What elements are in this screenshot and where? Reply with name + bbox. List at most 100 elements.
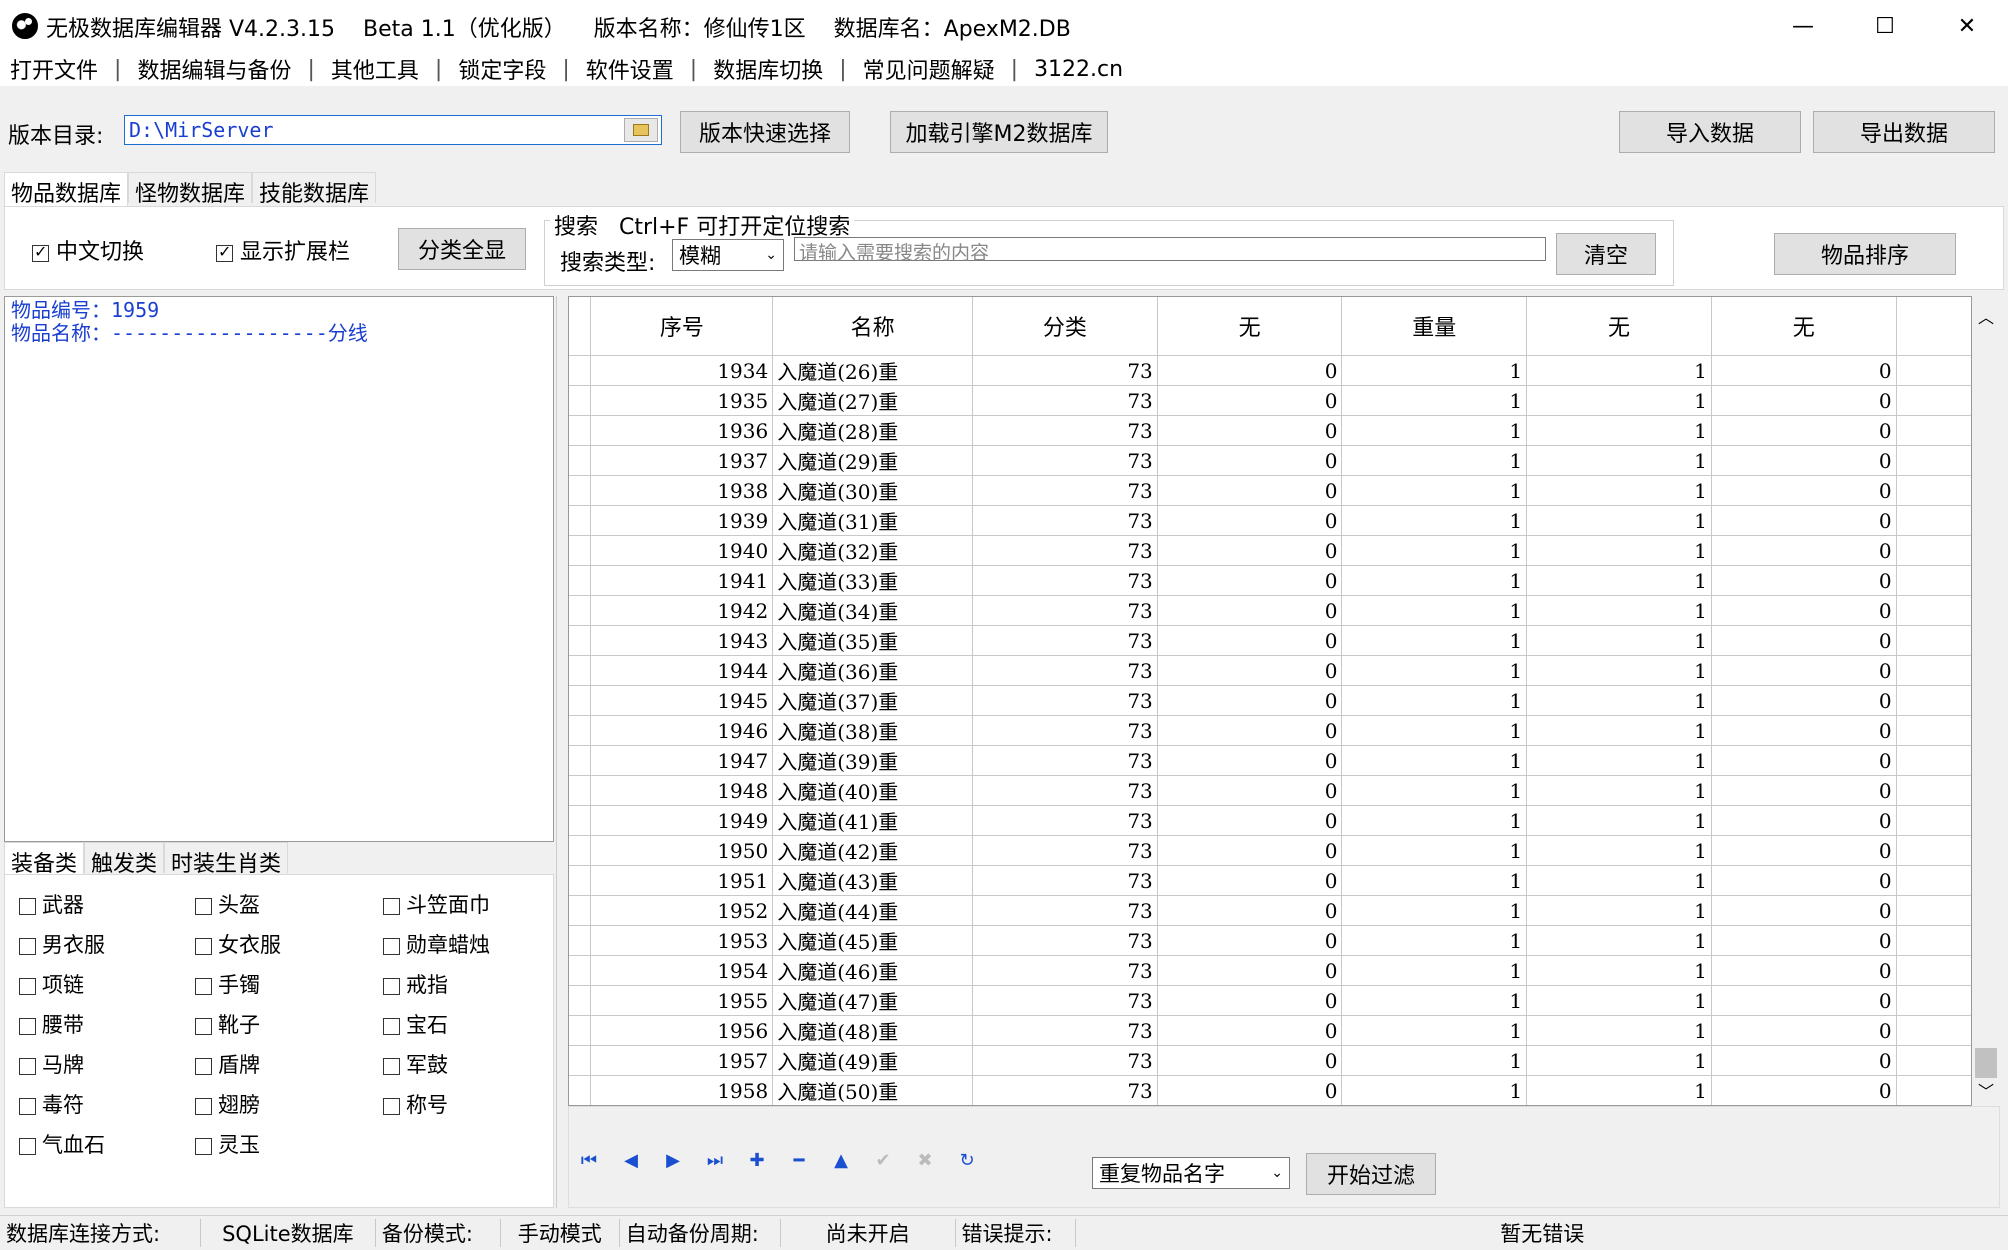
scroll-down-icon[interactable]: ﹀ bbox=[1978, 1078, 1994, 1102]
cell-name[interactable]: 入魔道(43)重 bbox=[772, 865, 974, 896]
cell-id[interactable]: 1952 bbox=[590, 895, 774, 926]
row-indicator[interactable] bbox=[569, 445, 592, 476]
cell-category[interactable]: 73 bbox=[972, 925, 1158, 956]
filter-type-select[interactable]: 重复物品名字 ⌄ bbox=[1092, 1157, 1290, 1189]
cell-weight[interactable]: 1 bbox=[1341, 1045, 1528, 1076]
cell-none-2[interactable]: 1 bbox=[1526, 715, 1712, 746]
cell-none-1[interactable]: 0 bbox=[1157, 475, 1343, 506]
cell-none-3[interactable]: 0 bbox=[1711, 445, 1897, 476]
cat-wings[interactable]: 翅膀 bbox=[195, 1089, 260, 1119]
cell-category[interactable]: 73 bbox=[972, 445, 1158, 476]
cell-weight[interactable]: 1 bbox=[1341, 535, 1528, 566]
cell-none-2[interactable]: 1 bbox=[1526, 835, 1712, 866]
cell-weight[interactable]: 1 bbox=[1341, 895, 1528, 926]
cell-none-3[interactable]: 0 bbox=[1711, 1075, 1897, 1105]
cell-weight[interactable]: 1 bbox=[1341, 955, 1528, 986]
cell-none-2[interactable]: 1 bbox=[1526, 925, 1712, 956]
col-header-none-2[interactable]: 无 bbox=[1526, 297, 1712, 356]
cell-weight[interactable]: 1 bbox=[1341, 685, 1528, 716]
cell-none-2[interactable]: 1 bbox=[1526, 595, 1712, 626]
cell-category[interactable]: 73 bbox=[972, 895, 1158, 926]
cell-id[interactable]: 1943 bbox=[590, 625, 774, 656]
tab-trigger[interactable]: 触发类 bbox=[84, 842, 165, 877]
table-row[interactable]: 1938 入魔道(30)重 73 0 1 1 0 bbox=[569, 475, 1971, 506]
row-indicator[interactable] bbox=[569, 505, 592, 536]
cell-name[interactable]: 入魔道(35)重 bbox=[772, 625, 974, 656]
col-header-weight[interactable]: 重量 bbox=[1341, 297, 1528, 356]
cat-male-clothes[interactable]: 男衣服 bbox=[19, 929, 105, 959]
cell-id[interactable]: 1948 bbox=[590, 775, 774, 806]
cell-none-2[interactable]: 1 bbox=[1526, 355, 1712, 386]
cell-name[interactable]: 入魔道(31)重 bbox=[772, 505, 974, 536]
cell-weight[interactable]: 1 bbox=[1341, 565, 1528, 596]
cell-none-1[interactable]: 0 bbox=[1157, 535, 1343, 566]
cell-name[interactable]: 入魔道(39)重 bbox=[772, 745, 974, 776]
cell-none-3[interactable]: 0 bbox=[1711, 1045, 1897, 1076]
table-row[interactable]: 1957 入魔道(49)重 73 0 1 1 0 bbox=[569, 1045, 1971, 1076]
cell-none-3[interactable]: 0 bbox=[1711, 535, 1897, 566]
cell-weight[interactable]: 1 bbox=[1341, 745, 1528, 776]
item-info-panel[interactable]: 物品编号：1959 物品名称：------------------分线 bbox=[4, 296, 554, 842]
cell-none-2[interactable]: 1 bbox=[1526, 1075, 1712, 1105]
nav-first-icon[interactable]: ⏮ bbox=[568, 1140, 610, 1180]
table-row[interactable]: 1951 入魔道(43)重 73 0 1 1 0 bbox=[569, 865, 1971, 896]
splitter[interactable] bbox=[556, 296, 567, 1208]
cell-none-3[interactable]: 0 bbox=[1711, 625, 1897, 656]
cell-none-1[interactable]: 0 bbox=[1157, 745, 1343, 776]
nav-next-icon[interactable]: ▶ bbox=[652, 1140, 694, 1180]
cell-id[interactable]: 1940 bbox=[590, 535, 774, 566]
cell-none-2[interactable]: 1 bbox=[1526, 385, 1712, 416]
cell-none-3[interactable]: 0 bbox=[1711, 715, 1897, 746]
table-row[interactable]: 1939 入魔道(31)重 73 0 1 1 0 bbox=[569, 505, 1971, 536]
cell-none-3[interactable]: 0 bbox=[1711, 595, 1897, 626]
cat-necklace[interactable]: 项链 bbox=[19, 969, 84, 999]
cell-none-2[interactable]: 1 bbox=[1526, 805, 1712, 836]
cell-none-1[interactable]: 0 bbox=[1157, 1015, 1343, 1046]
menu-db-switch[interactable]: 数据库切换 bbox=[711, 53, 825, 85]
quick-select-button[interactable]: 版本快速选择 bbox=[680, 111, 850, 153]
cell-none-1[interactable]: 0 bbox=[1157, 925, 1343, 956]
cell-name[interactable]: 入魔道(34)重 bbox=[772, 595, 974, 626]
cell-none-3[interactable]: 0 bbox=[1711, 865, 1897, 896]
cell-none-3[interactable]: 0 bbox=[1711, 955, 1897, 986]
cat-ring[interactable]: 戒指 bbox=[383, 969, 448, 999]
row-indicator[interactable] bbox=[569, 355, 592, 386]
nav-edit-icon[interactable]: ▲ bbox=[820, 1140, 862, 1180]
cell-none-2[interactable]: 1 bbox=[1526, 1015, 1712, 1046]
row-indicator[interactable] bbox=[569, 625, 592, 656]
nav-last-icon[interactable]: ⏭ bbox=[694, 1140, 736, 1180]
table-row[interactable]: 1943 入魔道(35)重 73 0 1 1 0 bbox=[569, 625, 1971, 656]
close-button[interactable]: ✕ bbox=[1926, 0, 2008, 52]
cat-horse-badge[interactable]: 马牌 bbox=[19, 1049, 84, 1079]
sort-button[interactable]: 物品排序 bbox=[1774, 233, 1956, 275]
row-indicator[interactable] bbox=[569, 1045, 592, 1076]
row-indicator[interactable] bbox=[569, 955, 592, 986]
table-row[interactable]: 1958 入魔道(50)重 73 0 1 1 0 bbox=[569, 1075, 1971, 1105]
nav-post-icon[interactable]: ✔ bbox=[862, 1140, 904, 1180]
cell-none-1[interactable]: 0 bbox=[1157, 445, 1343, 476]
table-row[interactable]: 1940 入魔道(32)重 73 0 1 1 0 bbox=[569, 535, 1971, 566]
search-type-select[interactable]: 模糊 ⌄ bbox=[672, 239, 784, 271]
cell-name[interactable]: 入魔道(48)重 bbox=[772, 1015, 974, 1046]
maximize-button[interactable]: ☐ bbox=[1844, 0, 1926, 52]
table-row[interactable]: 1937 入魔道(29)重 73 0 1 1 0 bbox=[569, 445, 1971, 476]
cell-category[interactable]: 73 bbox=[972, 985, 1158, 1016]
cell-id[interactable]: 1949 bbox=[590, 805, 774, 836]
cell-name[interactable]: 入魔道(36)重 bbox=[772, 655, 974, 686]
tab-equipment[interactable]: 装备类 bbox=[4, 842, 85, 877]
table-row[interactable]: 1948 入魔道(40)重 73 0 1 1 0 bbox=[569, 775, 1971, 806]
cell-name[interactable]: 入魔道(50)重 bbox=[772, 1075, 974, 1105]
row-indicator[interactable] bbox=[569, 385, 592, 416]
row-indicator[interactable] bbox=[569, 415, 592, 446]
cell-name[interactable]: 入魔道(32)重 bbox=[772, 535, 974, 566]
row-indicator[interactable] bbox=[569, 865, 592, 896]
row-indicator[interactable] bbox=[569, 835, 592, 866]
cell-name[interactable]: 入魔道(41)重 bbox=[772, 805, 974, 836]
cell-name[interactable]: 入魔道(26)重 bbox=[772, 355, 974, 386]
cell-category[interactable]: 73 bbox=[972, 1015, 1158, 1046]
col-header-none-1[interactable]: 无 bbox=[1157, 297, 1343, 356]
cat-boots[interactable]: 靴子 bbox=[195, 1009, 260, 1039]
cell-name[interactable]: 入魔道(44)重 bbox=[772, 895, 974, 926]
cell-none-2[interactable]: 1 bbox=[1526, 1045, 1712, 1076]
cell-id[interactable]: 1934 bbox=[590, 355, 774, 386]
